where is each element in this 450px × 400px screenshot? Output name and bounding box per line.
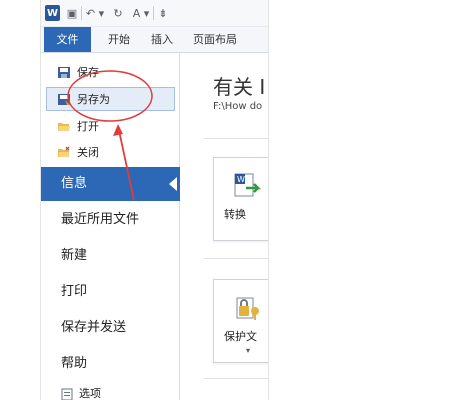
help-command[interactable]: 帮助: [41, 347, 179, 381]
tab-insert[interactable]: 插入: [145, 27, 179, 52]
section-divider: [204, 138, 268, 139]
font-color-icon[interactable]: A ▾: [131, 5, 151, 21]
toolbar-divider: [81, 6, 82, 20]
recent-files-command[interactable]: 最近所用文件: [41, 203, 179, 237]
selection-pointer: [169, 177, 177, 191]
save-command[interactable]: 保存: [47, 62, 172, 82]
screenshot: W ▣ ↶ ▾ ↻ A ▾ ⇟ 文件 开始 插入 页面布局 保存 另存为 打开 …: [0, 0, 450, 400]
convert-doc-icon: W: [234, 173, 262, 197]
tab-page-layout[interactable]: 页面布局: [185, 27, 245, 52]
word-app-icon[interactable]: W: [45, 5, 60, 21]
open-command-label: 打开: [77, 120, 99, 133]
save-as-command-label: 另存为: [77, 93, 110, 106]
svg-text:W: W: [237, 175, 245, 184]
page-title: 有关 I: [213, 75, 266, 99]
info-command[interactable]: 信息: [41, 167, 181, 201]
close-folder-icon: [58, 146, 70, 157]
close-command-label: 关闭: [77, 146, 99, 159]
save-as-icon: [58, 93, 70, 105]
protect-document-label: 保护文: [224, 330, 257, 343]
save-as-command[interactable]: 另存为: [46, 87, 175, 111]
options-icon: [61, 388, 73, 400]
new-command[interactable]: 新建: [41, 239, 179, 273]
open-folder-icon: [58, 122, 70, 131]
quick-access-toolbar: W ▣ ↶ ▾ ↻ A ▾ ⇟: [41, 0, 268, 27]
customize-toolbar-icon[interactable]: ⇟: [155, 5, 171, 21]
protect-document-button[interactable]: 保护文 ▾: [213, 279, 268, 363]
close-command[interactable]: 关闭: [47, 142, 172, 162]
chevron-down-icon: ▾: [246, 346, 251, 355]
save-and-send-command[interactable]: 保存并发送: [41, 311, 179, 345]
document-path: F:\How do: [213, 101, 263, 112]
options-command-label: 选项: [79, 387, 101, 400]
section-divider: [204, 258, 268, 259]
word-window: W ▣ ↶ ▾ ↻ A ▾ ⇟ 文件 开始 插入 页面布局 保存 另存为 打开 …: [40, 0, 269, 400]
ribbon-tabs: 文件 开始 插入 页面布局: [41, 27, 268, 53]
save-command-label: 保存: [77, 66, 99, 79]
section-divider: [204, 378, 268, 379]
options-command[interactable]: 选项: [41, 379, 179, 400]
backstage-nav: 保存 另存为 打开 关闭 信息 最近所用文件 新建 打印 保存并发送 帮助 选项: [41, 53, 181, 400]
print-command[interactable]: 打印: [41, 275, 179, 309]
info-panel: 有关 I F:\How do W 转换 保护文 ▾: [180, 53, 268, 400]
toolbar-divider: [153, 6, 154, 20]
redo-icon[interactable]: ↻: [111, 5, 125, 21]
save-icon[interactable]: ▣: [65, 5, 79, 21]
save-icon: [58, 66, 70, 78]
undo-icon[interactable]: ↶ ▾: [85, 5, 105, 21]
open-command[interactable]: 打开: [47, 116, 172, 136]
tab-home[interactable]: 开始: [99, 27, 139, 52]
convert-button[interactable]: W 转换: [213, 157, 268, 241]
protect-doc-icon: [236, 297, 259, 320]
convert-label: 转换: [224, 208, 246, 221]
tab-file[interactable]: 文件: [44, 27, 91, 52]
